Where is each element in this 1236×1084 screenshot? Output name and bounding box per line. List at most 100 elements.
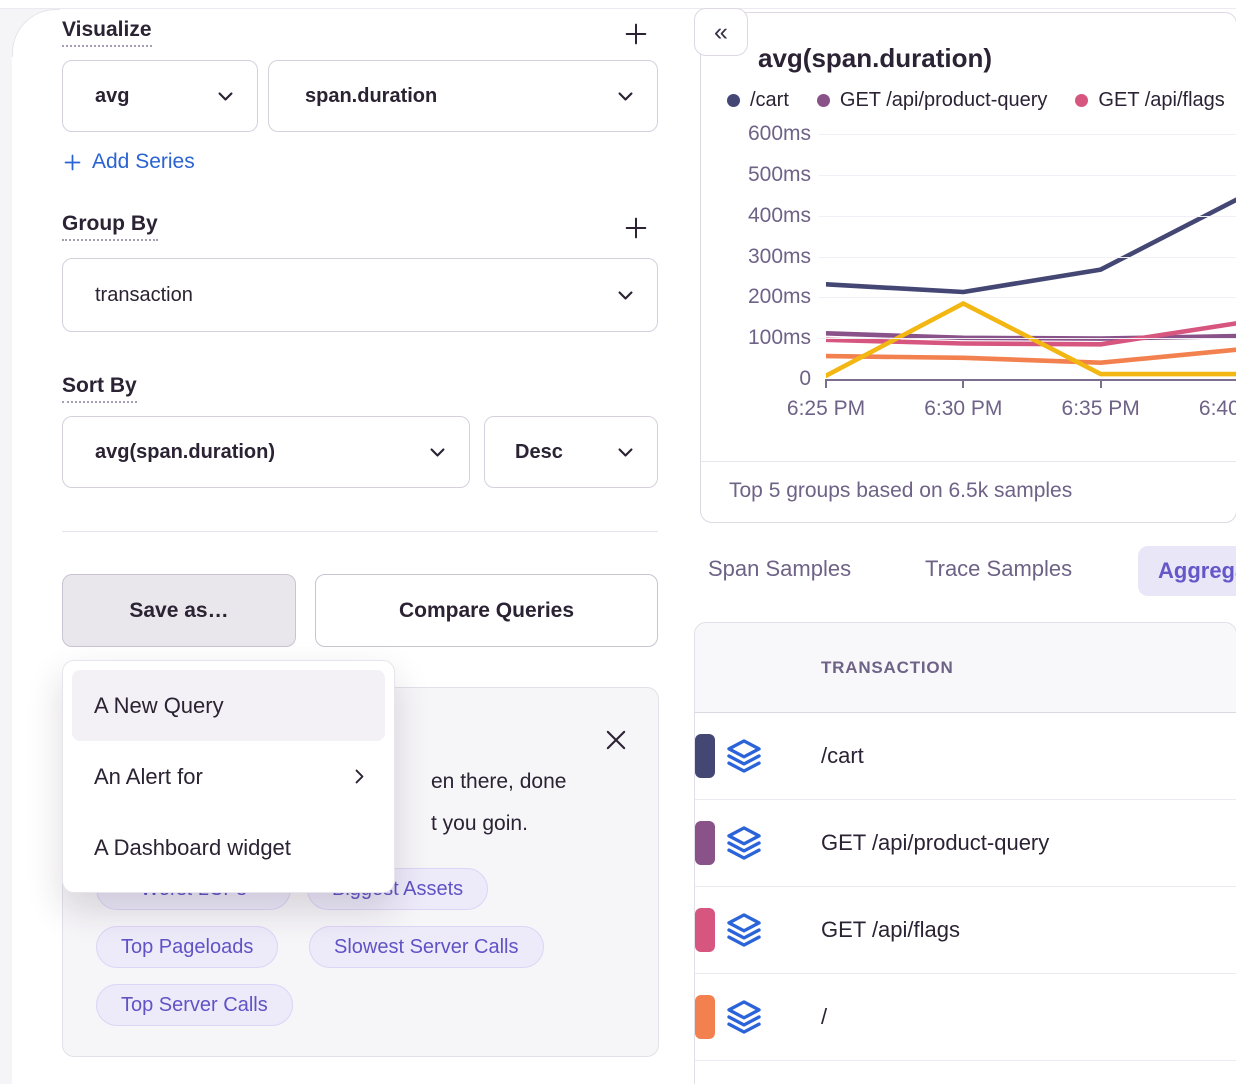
table-header-row: TRANSACTION <box>695 623 1236 713</box>
sort-direction-select[interactable]: Desc <box>484 416 658 488</box>
top-divider <box>0 8 1236 9</box>
add-visualize-button[interactable] <box>622 20 650 48</box>
menu-item-new-query[interactable]: A New Query <box>72 670 385 741</box>
menu-item-dashboard-widget[interactable]: A Dashboard widget <box>72 812 385 883</box>
aggregate-select[interactable]: avg <box>62 60 258 132</box>
x-axis-tick <box>962 379 964 388</box>
transaction-cell: GET /api/flags <box>821 917 960 943</box>
x-axis-line <box>826 379 1236 381</box>
add-group-by-button[interactable] <box>622 214 650 242</box>
gridline <box>819 297 1236 298</box>
table-row[interactable]: /cart <box>695 713 1236 800</box>
menu-item-label: A Dashboard widget <box>94 835 291 861</box>
plus-icon <box>622 20 650 48</box>
x-axis-tick <box>1100 379 1102 388</box>
chevron-down-icon <box>616 443 635 462</box>
chart-title: avg(span.duration) <box>758 43 992 74</box>
callout-text-line-1: en there, done <box>431 770 566 794</box>
y-axis-label: 600ms <box>717 121 811 147</box>
aggregate-select-value: avg <box>95 85 129 108</box>
menu-item-label: An Alert for <box>94 764 203 790</box>
menu-item-alert[interactable]: An Alert for <box>72 741 385 812</box>
close-icon <box>602 726 630 754</box>
sort-by-heading: Sort By <box>62 374 137 403</box>
sort-field-select-value: avg(span.duration) <box>95 441 275 464</box>
layers-icon <box>725 998 763 1036</box>
chart-card: avg(span.duration) /cart GET /api/produc… <box>700 12 1236 523</box>
legend-label: /cart <box>750 89 789 112</box>
series-color-bar <box>695 995 715 1039</box>
series-color-bar <box>695 734 715 778</box>
layers-icon <box>725 824 763 862</box>
legend-item[interactable]: /cart <box>727 89 789 112</box>
visualize-heading: Visualize <box>62 18 152 47</box>
callout-text-line-2: t you goin. <box>431 812 528 836</box>
table-row[interactable]: / <box>695 974 1236 1061</box>
group-by-select-value: transaction <box>95 284 193 307</box>
chevron-down-icon <box>428 443 447 462</box>
legend-label: GET /api/product-query <box>840 89 1048 112</box>
chevron-down-icon <box>616 286 635 305</box>
transaction-cell: / <box>821 1004 827 1030</box>
chart-legend: /cart GET /api/product-query GET /api/fl… <box>727 89 1225 112</box>
chart-line-3 <box>826 350 1236 363</box>
legend-dot <box>727 94 740 107</box>
field-select[interactable]: span.duration <box>268 60 658 132</box>
y-axis-label: 300ms <box>717 244 811 270</box>
x-axis-tick <box>825 379 827 388</box>
section-divider <box>62 531 658 532</box>
tab-aggregates[interactable]: Aggregates <box>1138 546 1236 596</box>
legend-item[interactable]: GET /api/product-query <box>817 89 1048 112</box>
y-axis-label: 100ms <box>717 325 811 351</box>
y-axis-label: 0 <box>717 366 811 392</box>
chevron-down-icon <box>216 87 235 106</box>
x-axis-label: 6:30 PM <box>924 397 1002 421</box>
tab-span-samples[interactable]: Span Samples <box>708 556 851 582</box>
chevron-right-icon <box>350 767 369 786</box>
collapse-panel-button[interactable]: « <box>694 8 748 56</box>
x-axis-label: 6:25 PM <box>787 397 865 421</box>
gridline <box>819 338 1236 339</box>
legend-label: GET /api/flags <box>1098 89 1224 112</box>
field-select-value: span.duration <box>305 85 437 108</box>
chart-footer-divider <box>701 461 1236 462</box>
y-axis-label: 200ms <box>717 284 811 310</box>
gridline <box>819 257 1236 258</box>
legend-dot <box>1075 94 1088 107</box>
group-by-select[interactable]: transaction <box>62 258 658 332</box>
add-series-label: Add Series <box>92 150 195 174</box>
transaction-cell: /cart <box>821 743 864 769</box>
chart-line-0 <box>826 199 1236 292</box>
gridline <box>819 175 1236 176</box>
collapse-icon: « <box>714 18 728 47</box>
y-axis-label: 500ms <box>717 162 811 188</box>
series-color-bar <box>695 908 715 952</box>
layers-icon <box>725 911 763 949</box>
plus-icon <box>622 214 650 242</box>
suggested-query-chip[interactable]: Top Pageloads <box>96 926 278 968</box>
compare-queries-button[interactable]: Compare Queries <box>315 574 658 647</box>
save-as-button[interactable]: Save as… <box>62 574 296 647</box>
sort-field-select[interactable]: avg(span.duration) <box>62 416 470 488</box>
table-row[interactable]: GET /api/flags <box>695 887 1236 974</box>
suggested-query-chip[interactable]: Top Server Calls <box>96 984 293 1026</box>
add-series-button[interactable]: Add Series <box>62 150 195 174</box>
tab-trace-samples[interactable]: Trace Samples <box>925 556 1072 582</box>
transaction-cell: GET /api/product-query <box>821 830 1049 856</box>
y-axis-label: 400ms <box>717 203 811 229</box>
group-by-heading: Group By <box>62 212 158 241</box>
transaction-column-header: TRANSACTION <box>821 658 954 678</box>
plus-icon <box>62 152 83 173</box>
results-table: TRANSACTION /cart GET /api/product-query… <box>694 622 1236 1084</box>
gridline <box>819 216 1236 217</box>
sort-direction-value: Desc <box>515 441 563 464</box>
gridline <box>819 134 1236 135</box>
chart-footer-text: Top 5 groups based on 6.5k samples <box>729 479 1072 503</box>
table-row[interactable]: GET /api/product-query <box>695 800 1236 887</box>
x-axis-label: 6:35 PM <box>1062 397 1140 421</box>
legend-item[interactable]: GET /api/flags <box>1075 89 1224 112</box>
series-color-bar <box>695 821 715 865</box>
close-callout-button[interactable] <box>602 726 630 754</box>
menu-item-label: A New Query <box>94 693 224 719</box>
suggested-query-chip[interactable]: Slowest Server Calls <box>309 926 544 968</box>
